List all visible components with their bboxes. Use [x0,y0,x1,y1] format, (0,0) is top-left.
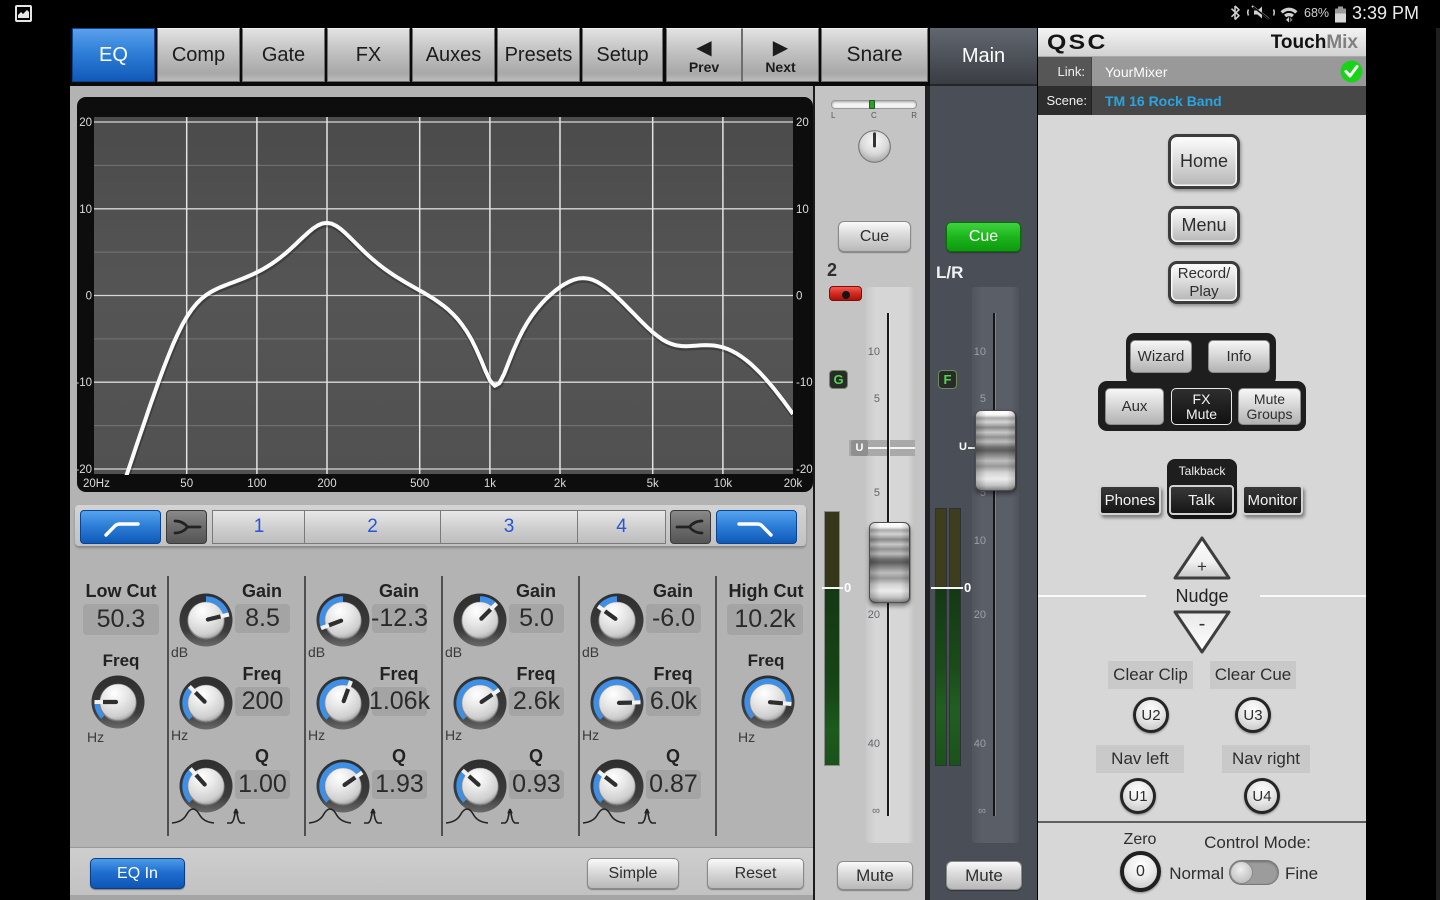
svg-text:0: 0 [796,291,802,303]
svg-text:0: 0 [86,291,92,303]
svg-text:-: - [1199,613,1206,635]
svg-text:+: + [1197,557,1207,576]
svg-text:68%: 68% [1304,6,1329,20]
svg-text:20: 20 [796,117,809,129]
svg-text:-10: -10 [796,377,813,389]
svg-text:20k: 20k [784,478,803,490]
svg-text:-20: -20 [796,464,813,476]
svg-text:50: 50 [180,478,193,490]
svg-text:2k: 2k [554,478,566,490]
svg-text:-20: -20 [77,464,92,476]
svg-text:10: 10 [796,204,809,216]
svg-text:200: 200 [317,478,336,490]
svg-text:-10: -10 [77,377,92,389]
svg-text:100: 100 [247,478,266,490]
svg-text:500: 500 [410,478,429,490]
svg-text:1k: 1k [484,478,496,490]
svg-text:10k: 10k [714,478,733,490]
svg-text:20Hz: 20Hz [83,478,110,490]
svg-text:5k: 5k [647,478,659,490]
svg-text:20: 20 [79,117,92,129]
svg-text:10: 10 [79,204,92,216]
